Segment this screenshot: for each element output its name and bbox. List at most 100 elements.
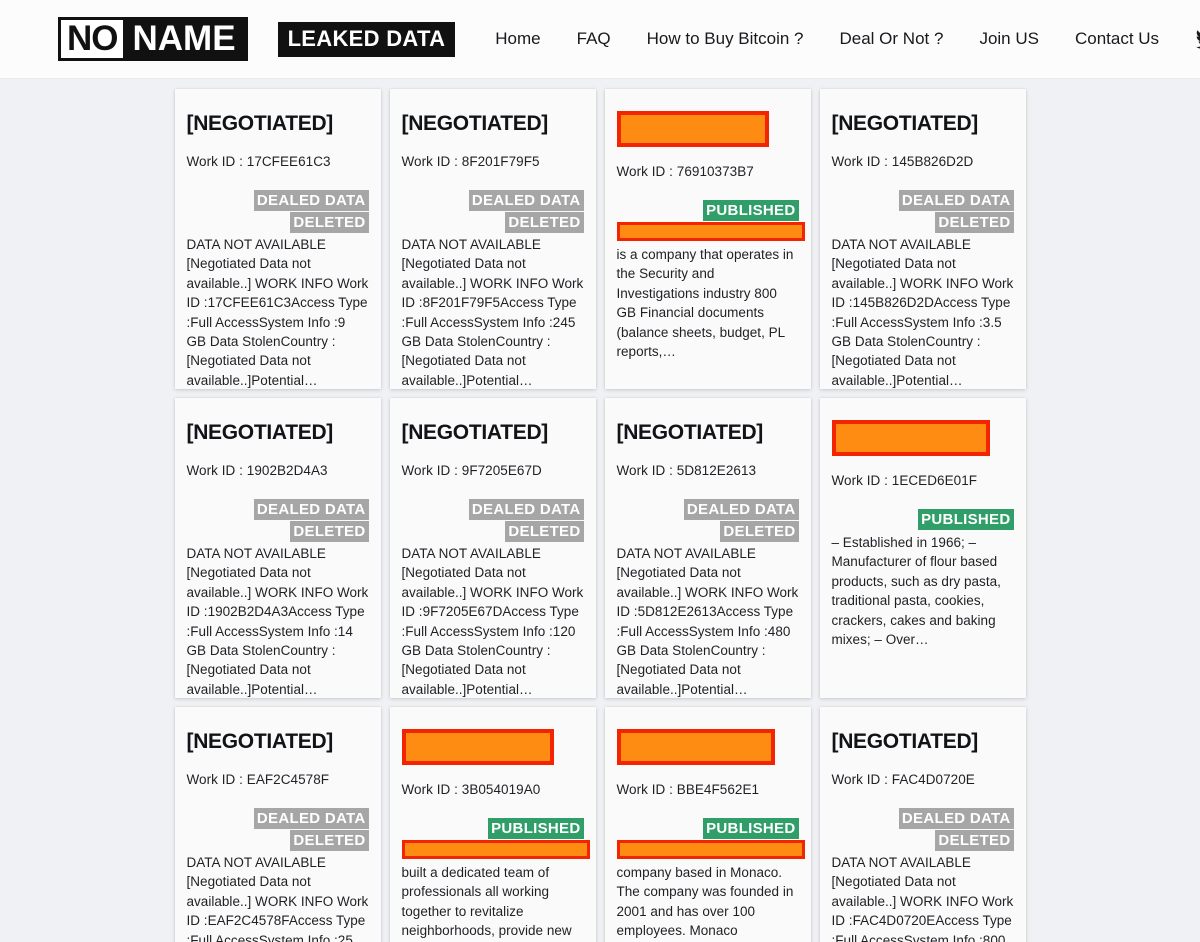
card-title: [NEGOTIATED] <box>186 112 334 135</box>
status-badge-deleted: DELETED <box>832 212 1014 233</box>
leak-card[interactable]: [NEGOTIATED] Work ID : 1902B2D4A3 DEALED… <box>174 398 381 698</box>
logo-text-no: NO <box>61 20 123 58</box>
status-badge-label: DEALED DATA <box>468 190 584 211</box>
leak-card[interactable]: Work ID : 1ECED6E01F PUBLISHED – Establi… <box>819 398 1026 698</box>
status-badge-dealed: DEALED DATA <box>187 808 369 829</box>
leak-card[interactable]: [NEGOTIATED] Work ID : EAF2C4578F DEALED… <box>174 707 381 942</box>
card-work-id: Work ID : FAC4D0720E <box>831 772 975 787</box>
leak-card[interactable]: [NEGOTIATED] Work ID : FAC4D0720E DEALED… <box>819 707 1026 942</box>
card-title: [NEGOTIATED] <box>616 421 764 444</box>
status-badge-label: DELETED <box>935 212 1014 233</box>
status-badge-label: DELETED <box>290 212 369 233</box>
status-badge-label: DEALED DATA <box>898 190 1014 211</box>
status-badge-label: DEALED DATA <box>253 808 369 829</box>
status-badge-label: DEALED DATA <box>898 808 1014 829</box>
leak-card[interactable]: [NEGOTIATED] Work ID : 5D812E2613 DEALED… <box>604 398 811 698</box>
nav-item-deal-or-not[interactable]: Deal Or Not ? <box>822 29 962 49</box>
card-work-id: Work ID : BBE4F562E1 <box>616 782 760 797</box>
card-body-text: DATA NOT AVAILABLE [Negotiated Data not … <box>401 546 584 697</box>
card-body-text: – Established in 1966; – Manufacturer of… <box>831 535 1001 648</box>
status-badge-label: PUBLISHED <box>703 818 799 839</box>
card-work-id: Work ID : EAF2C4578F <box>186 772 330 787</box>
leak-card[interactable]: [NEGOTIATED] Work ID : 9F7205E67D DEALED… <box>389 398 596 698</box>
nav-item-how-to-buy-bitcoin[interactable]: How to Buy Bitcoin ? <box>629 29 822 49</box>
card-body-text: DATA NOT AVAILABLE [Negotiated Data not … <box>186 546 369 697</box>
status-badge-published: PUBLISHED <box>402 818 584 839</box>
status-badge-label: DELETED <box>505 212 584 233</box>
card-title: [NEGOTIATED] <box>831 730 979 753</box>
status-badge-label: DELETED <box>290 521 369 542</box>
card-body-text: DATA NOT AVAILABLE [Negotiated Data not … <box>186 237 369 388</box>
card-body-text: DATA NOT AVAILABLE [Negotiated Data not … <box>831 855 1014 942</box>
redacted-inline-block <box>401 840 590 859</box>
status-badge-deleted: DELETED <box>187 212 369 233</box>
status-badge-dealed: DEALED DATA <box>832 190 1014 211</box>
site-tagline: LEAKED DATA <box>277 21 456 57</box>
redacted-company-name-block <box>401 729 554 765</box>
leak-card-grid: [NEGOTIATED] Work ID : 17CFEE61C3 DEALED… <box>174 89 1026 942</box>
redacted-inline-block <box>616 840 805 859</box>
nav-item-faq[interactable]: FAQ <box>559 29 629 49</box>
card-body-text: built a dedicated team of professionals … <box>401 865 572 939</box>
card-title: [NEGOTIATED] <box>401 112 549 135</box>
card-work-id: Work ID : 1902B2D4A3 <box>186 463 328 478</box>
status-badge-dealed: DEALED DATA <box>187 499 369 520</box>
card-work-id: Work ID : 76910373B7 <box>616 164 754 179</box>
status-badge-label: PUBLISHED <box>918 509 1014 530</box>
status-badge-label: DEALED DATA <box>468 499 584 520</box>
card-work-id: Work ID : 8F201F79F5 <box>401 154 540 169</box>
status-badge-dealed: DEALED DATA <box>832 808 1014 829</box>
status-badge-label: DEALED DATA <box>683 499 799 520</box>
status-badge-label: DELETED <box>290 830 369 851</box>
card-work-id: Work ID : 9F7205E67D <box>401 463 542 478</box>
status-badge-label: DELETED <box>720 521 799 542</box>
card-work-id: Work ID : 1ECED6E01F <box>831 473 978 488</box>
nav-item-contact-us[interactable]: Contact Us <box>1057 29 1177 49</box>
leak-card[interactable]: [NEGOTIATED] Work ID : 145B826D2D DEALED… <box>819 89 1026 389</box>
status-badge-label: DEALED DATA <box>253 190 369 211</box>
card-body-text: is a company that operates in the Securi… <box>616 247 794 360</box>
card-title: [NEGOTIATED] <box>401 421 549 444</box>
status-badge-label: PUBLISHED <box>703 200 799 221</box>
site-logo[interactable]: NO NAME <box>58 17 248 61</box>
card-title: [NEGOTIATED] <box>186 421 334 444</box>
status-badge-published: PUBLISHED <box>617 818 799 839</box>
nav-item-home[interactable]: Home <box>477 29 558 49</box>
redacted-inline-block <box>616 222 805 241</box>
card-body-text: DATA NOT AVAILABLE [Negotiated Data not … <box>831 237 1014 388</box>
redacted-company-name-block <box>616 111 769 147</box>
leak-card[interactable]: [NEGOTIATED] Work ID : 8F201F79F5 DEALED… <box>389 89 596 389</box>
twitter-icon[interactable] <box>1193 24 1200 54</box>
status-badge-published: PUBLISHED <box>617 200 799 221</box>
redacted-company-name-block <box>616 729 775 765</box>
card-work-id: Work ID : 17CFEE61C3 <box>186 154 331 169</box>
status-badge-deleted: DELETED <box>402 521 584 542</box>
card-body-text: company based in Monaco. The company was… <box>616 865 794 939</box>
status-badge-label: DEALED DATA <box>253 499 369 520</box>
status-badge-deleted: DELETED <box>617 521 799 542</box>
card-work-id: Work ID : 145B826D2D <box>831 154 974 169</box>
leak-card[interactable]: Work ID : 3B054019A0 PUBLISHED built a d… <box>389 707 596 942</box>
status-badge-label: DELETED <box>505 521 584 542</box>
leak-card[interactable]: Work ID : 76910373B7 PUBLISHED is a comp… <box>604 89 811 389</box>
status-badge-dealed: DEALED DATA <box>617 499 799 520</box>
redacted-company-name-block <box>831 420 990 456</box>
leak-listing-section: [NEGOTIATED] Work ID : 17CFEE61C3 DEALED… <box>0 79 1200 942</box>
card-work-id: Work ID : 5D812E2613 <box>616 463 757 478</box>
main-navigation: Home FAQ How to Buy Bitcoin ? Deal Or No… <box>477 24 1200 54</box>
leak-card[interactable]: [NEGOTIATED] Work ID : 17CFEE61C3 DEALED… <box>174 89 381 389</box>
status-badge-label: DELETED <box>935 830 1014 851</box>
leak-card[interactable]: Work ID : BBE4F562E1 PUBLISHED company b… <box>604 707 811 942</box>
status-badge-label: PUBLISHED <box>488 818 584 839</box>
card-work-id: Work ID : 3B054019A0 <box>401 782 541 797</box>
status-badge-dealed: DEALED DATA <box>402 190 584 211</box>
card-title: [NEGOTIATED] <box>831 112 979 135</box>
card-body-text: DATA NOT AVAILABLE [Negotiated Data not … <box>401 237 584 388</box>
status-badge-deleted: DELETED <box>402 212 584 233</box>
nav-item-join-us[interactable]: Join US <box>961 29 1057 49</box>
status-badge-published: PUBLISHED <box>832 509 1014 530</box>
status-badge-deleted: DELETED <box>187 830 369 851</box>
status-badge-deleted: DELETED <box>187 521 369 542</box>
card-body-text: DATA NOT AVAILABLE [Negotiated Data not … <box>616 546 799 697</box>
status-badge-dealed: DEALED DATA <box>402 499 584 520</box>
